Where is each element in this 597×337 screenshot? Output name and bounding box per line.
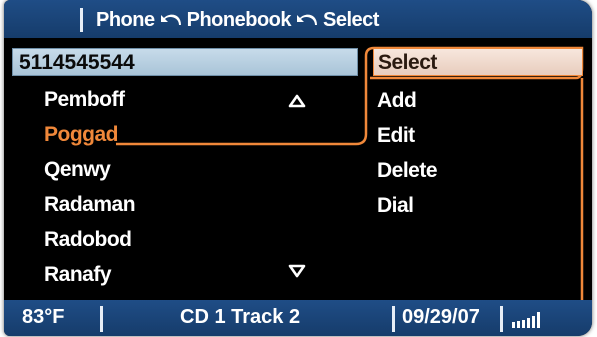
contact-item[interactable]: Radaman bbox=[44, 187, 344, 222]
status-divider bbox=[500, 306, 503, 332]
triangle-up-icon[interactable] bbox=[288, 94, 306, 108]
contact-item[interactable]: Qenwy bbox=[44, 152, 344, 187]
signal-strength-icon bbox=[512, 312, 540, 328]
breadcrumb-select: Select bbox=[323, 8, 379, 31]
menu-item-delete[interactable]: Delete bbox=[373, 153, 583, 188]
phonebook-screen: 5114545544 Pemboff Poggad Qenwy Radaman … bbox=[4, 38, 592, 300]
status-bar: 83°F CD 1 Track 2 09/29/07 bbox=[4, 300, 592, 336]
media-status: CD 1 Track 2 bbox=[180, 306, 301, 328]
breadcrumb-phonebook[interactable]: Phonebook bbox=[187, 9, 292, 32]
date-readout: 09/29/07 bbox=[402, 306, 480, 328]
back-arrow-icon bbox=[159, 11, 183, 29]
temperature-readout: 83°F bbox=[22, 306, 65, 328]
contact-item-selected[interactable]: Poggad bbox=[44, 117, 344, 152]
breadcrumb-bar: Phone Phonebook Select bbox=[4, 0, 592, 39]
triangle-down-icon[interactable] bbox=[288, 264, 306, 278]
contact-item[interactable]: Radobod bbox=[44, 222, 344, 257]
phone-number-field[interactable]: 5114545544 bbox=[12, 48, 358, 76]
breadcrumb-divider bbox=[80, 8, 83, 32]
contact-list: Pemboff Poggad Qenwy Radaman Radobod Ran… bbox=[44, 82, 344, 292]
menu-item-dial[interactable]: Dial bbox=[373, 188, 583, 223]
head-unit-display: Phone Phonebook Select 5114545544 Pembof… bbox=[4, 0, 592, 336]
menu-item-select[interactable]: Select bbox=[373, 48, 583, 76]
menu-item-add[interactable]: Add bbox=[373, 83, 583, 118]
back-arrow-icon bbox=[295, 11, 319, 29]
action-menu: Select Add Edit Delete Dial bbox=[373, 48, 583, 223]
status-divider bbox=[392, 306, 395, 332]
breadcrumb: Phone Phonebook Select bbox=[96, 6, 379, 34]
breadcrumb-phone[interactable]: Phone bbox=[96, 9, 155, 32]
menu-item-edit[interactable]: Edit bbox=[373, 118, 583, 153]
status-divider bbox=[100, 306, 103, 332]
